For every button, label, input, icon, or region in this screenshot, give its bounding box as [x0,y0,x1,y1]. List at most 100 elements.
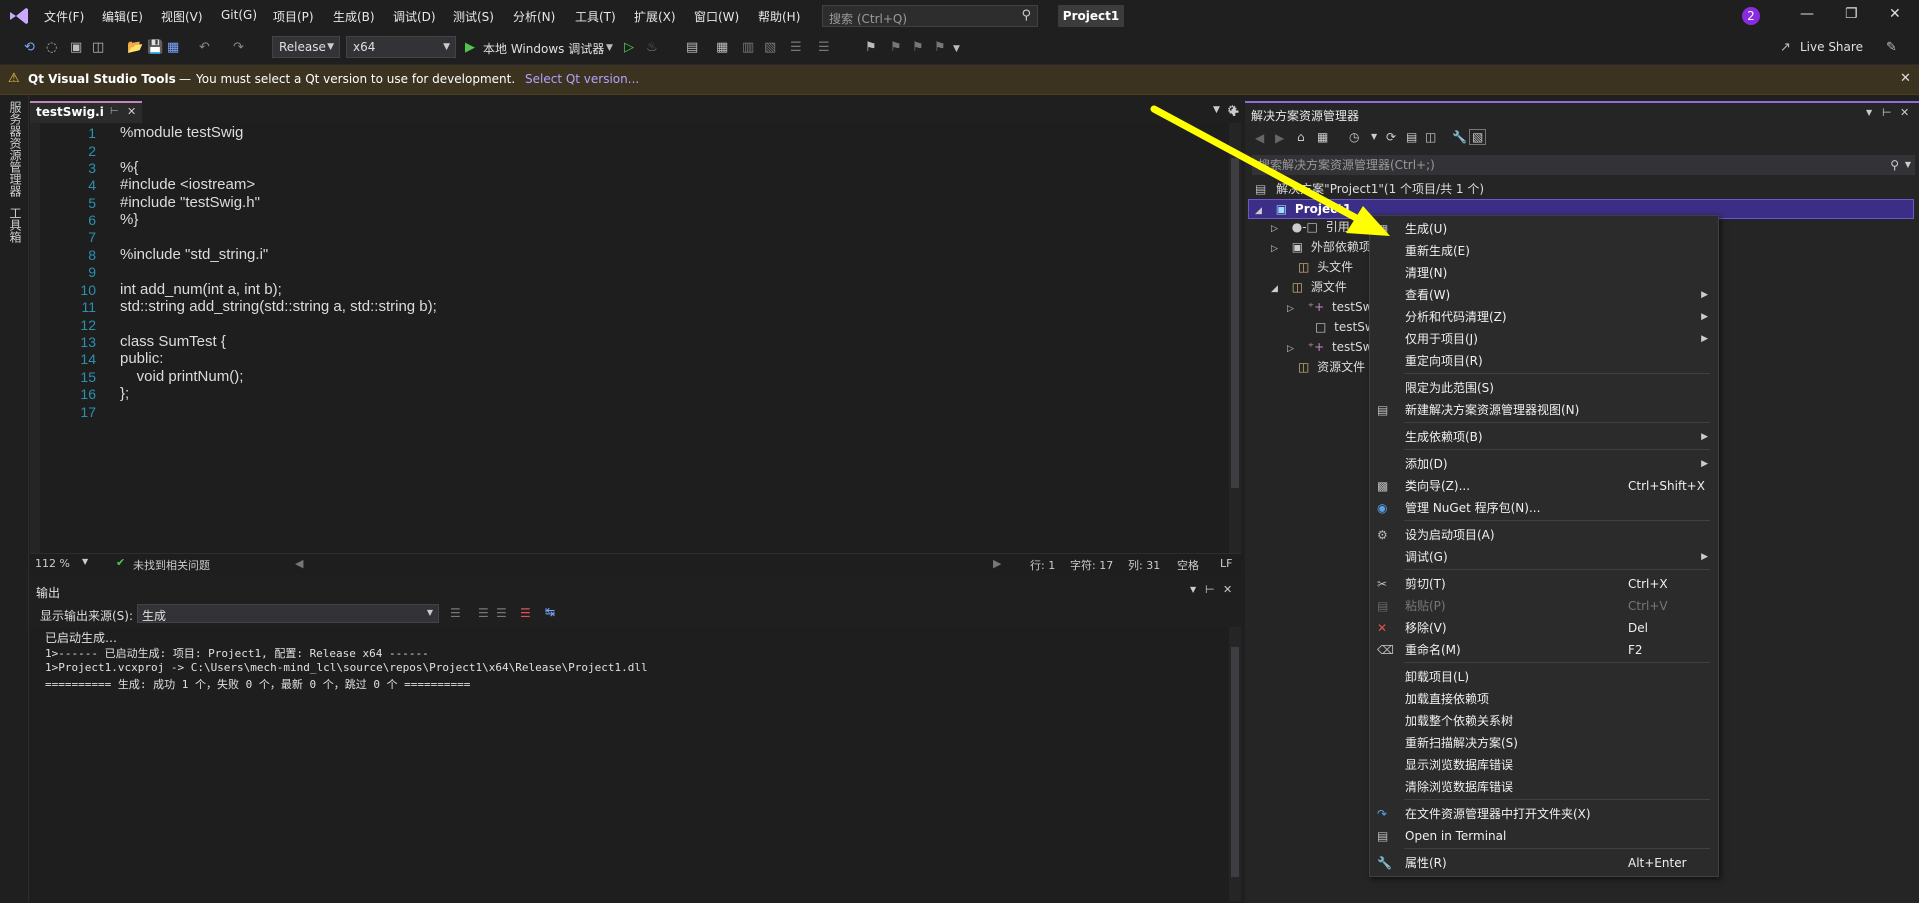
live-share-icon[interactable]: ↗ [1780,40,1791,55]
expand-arrow-icon[interactable]: ◢ [1255,206,1262,216]
chevron-down-icon[interactable]: ▼ [606,43,613,53]
menu-item-clear-db-errors[interactable]: 清除浏览数据库错误 [1370,776,1718,798]
scroll-thumb[interactable] [1231,158,1239,488]
menu-view[interactable]: 视图(V) [161,8,203,25]
menu-git[interactable]: Git(G) [221,8,257,22]
tree-item-header-files[interactable]: ◫ 头文件 [1298,257,1353,277]
collapse-arrow-icon[interactable]: ▷ [1271,224,1278,234]
refresh-icon[interactable]: ⟳ [1386,130,1396,144]
collapse-arrow-icon[interactable]: ▷ [1287,344,1294,354]
maximize-button[interactable]: ❐ [1845,6,1858,22]
tree-item-project[interactable]: ◢ ▣ Project1 [1255,199,1351,219]
menu-item-add[interactable]: 添加(D) ▶ [1370,453,1718,475]
menu-item-open-in-explorer[interactable]: ↷ 在文件资源管理器中打开文件夹(X) [1370,803,1718,825]
bookmark-next-icon[interactable]: ⚑ [912,40,924,55]
chevron-down-icon[interactable]: ▼ [1905,155,1911,175]
close-window-button[interactable]: ✕ [1889,6,1901,22]
chevron-down-icon[interactable]: ▼ [1371,132,1377,141]
tab-testswig[interactable]: testSwig.i ⊢ ✕ [30,101,142,123]
tree-item-source[interactable]: □ testSw [1315,317,1375,337]
menu-item-open-terminal[interactable]: ▤ Open in Terminal [1370,825,1718,847]
toolbar-overflow-icon[interactable]: ▼ [953,44,960,54]
start-without-debug-icon[interactable]: ▷ [624,40,634,55]
start-debug-icon[interactable]: ▶ [465,40,475,55]
menu-file[interactable]: 文件(F) [44,8,84,25]
pin-icon[interactable]: ⊢ [1205,583,1215,596]
col-indicator[interactable]: 列: 31 [1128,557,1160,573]
back-icon[interactable]: ◀ [1255,131,1264,145]
toolbox-tab[interactable]: 工具箱 [7,207,24,243]
line-indicator[interactable]: 行: 1 [1030,557,1055,573]
whitespace-indicator[interactable]: 空格 [1177,557,1199,573]
solution-search-input[interactable]: 搜索解决方案资源管理器(Ctrl+;) ⚲ ▼ [1252,155,1915,175]
menu-analyze[interactable]: 分析(N) [513,8,555,25]
menu-item-set-startup[interactable]: ⚙ 设为启动项目(A) [1370,524,1718,546]
menu-help[interactable]: 帮助(H) [758,8,800,25]
forward-icon[interactable]: ▶ [1275,131,1284,145]
redo-icon[interactable]: ↷ [233,40,244,55]
editor-scrollbar[interactable] [1229,123,1241,553]
search-input[interactable]: 搜索 (Ctrl+Q) ⚲ [822,5,1038,27]
undo-icon[interactable]: ↶ [199,40,210,55]
menu-item-properties[interactable]: 🔧 属性(R) Alt+Enter [1370,852,1718,874]
switch-views-icon[interactable]: ▦ [1317,130,1328,144]
chevron-down-icon[interactable]: ▼ [82,557,88,566]
menu-item-view[interactable]: 查看(W) ▶ [1370,284,1718,306]
menu-item-rebuild[interactable]: 重新生成(E) [1370,240,1718,262]
select-qt-version-link[interactable]: Select Qt version... [525,72,639,86]
new-project-icon[interactable]: ◫ [92,40,104,55]
menu-item-manage-nuget[interactable]: ◉ 管理 NuGet 程序包(N)... [1370,497,1718,519]
output-text-area[interactable]: 已启动生成… 1>------ 已启动生成: 项目: Project1, 配置:… [30,627,1229,901]
browse-icon[interactable]: ▤ [686,40,698,55]
menu-item-scope-to-this[interactable]: 限定为此范围(S) [1370,377,1718,399]
wrench-icon[interactable]: 🔧 [1452,130,1467,144]
menu-debug[interactable]: 调试(D) [393,8,436,25]
debugger-label[interactable]: 本地 Windows 调试器 [483,40,604,57]
menu-item-build-dependencies[interactable]: 生成依赖项(B) ▶ [1370,426,1718,448]
hot-reload-icon[interactable]: ♨ [646,40,658,55]
menu-item-project-only[interactable]: 仅用于项目(J) ▶ [1370,328,1718,350]
tree-item-solution[interactable]: ▤ 解决方案"Project1"(1 个项目/共 1 个) [1255,179,1484,199]
char-indicator[interactable]: 字符: 17 [1070,557,1113,573]
layout-icon[interactable]: ▦ [716,40,728,55]
next-message-icon[interactable]: ☰ [496,606,507,620]
pending-changes-icon[interactable]: ◷ [1349,130,1359,144]
output-scrollbar[interactable] [1229,627,1241,901]
close-icon[interactable]: ✕ [1900,71,1911,86]
tree-item-resource-files[interactable]: ◫ 资源文件 [1298,357,1365,377]
output-source-select[interactable]: 生成 ▼ [137,604,439,623]
menu-item-load-dep-tree[interactable]: 加载整个依赖关系树 [1370,710,1718,732]
chevron-down-icon[interactable]: ▼ [1213,105,1220,115]
collapse-arrow-icon[interactable]: ▷ [1271,244,1278,254]
collapse-arrow-icon[interactable]: ▷ [1287,304,1294,314]
format-icon[interactable]: ☰ [790,40,802,55]
menu-project[interactable]: 项目(P) [273,8,314,25]
menu-test[interactable]: 测试(S) [453,8,494,25]
word-wrap-icon[interactable]: ↹ [545,605,555,619]
collapse-all-icon[interactable]: ▤ [1406,130,1417,144]
open-folder-icon[interactable]: 📂 [127,40,143,55]
tree-item-references[interactable]: ▷ ●-□ 引用 [1271,217,1350,237]
bookmark-icon[interactable]: ⚑ [865,40,877,55]
menu-tools[interactable]: 工具(T) [575,8,616,25]
menu-item-load-direct-deps[interactable]: 加载直接依赖项 [1370,688,1718,710]
show-all-files-icon[interactable]: ◫ [1425,130,1436,144]
tree-item-external-deps[interactable]: ▷ ▣ 外部依赖项 [1271,237,1371,257]
scroll-thumb[interactable] [1231,647,1239,877]
bookmark-clear-icon[interactable]: ⚑ [934,40,946,55]
chevron-down-icon[interactable]: ▼ [1190,585,1196,594]
expand-arrow-icon[interactable]: ◢ [1271,284,1278,294]
close-icon[interactable]: ✕ [1223,583,1232,596]
server-explorer-tab[interactable]: 服务器资源管理器 [7,101,24,197]
menu-item-rename[interactable]: ⌫ 重命名(M) F2 [1370,639,1718,661]
preview-icon[interactable]: ▧ [1469,129,1487,145]
close-icon[interactable]: ✕ [1900,106,1909,119]
chevron-down-icon[interactable]: ▼ [1866,108,1872,117]
menu-item-debug[interactable]: 调试(G) ▶ [1370,546,1718,568]
pin-icon[interactable]: ⊢ [1882,106,1892,119]
tree-item-source-files[interactable]: ◢ ◫ 源文件 [1271,277,1347,297]
feedback-icon[interactable]: ✎ [1886,40,1897,55]
menu-item-remove[interactable]: ✕ 移除(V) Del [1370,617,1718,639]
menu-item-build[interactable]: ▦ 生成(U) [1370,218,1718,240]
menu-item-cut[interactable]: ✂ 剪切(T) Ctrl+X [1370,573,1718,595]
